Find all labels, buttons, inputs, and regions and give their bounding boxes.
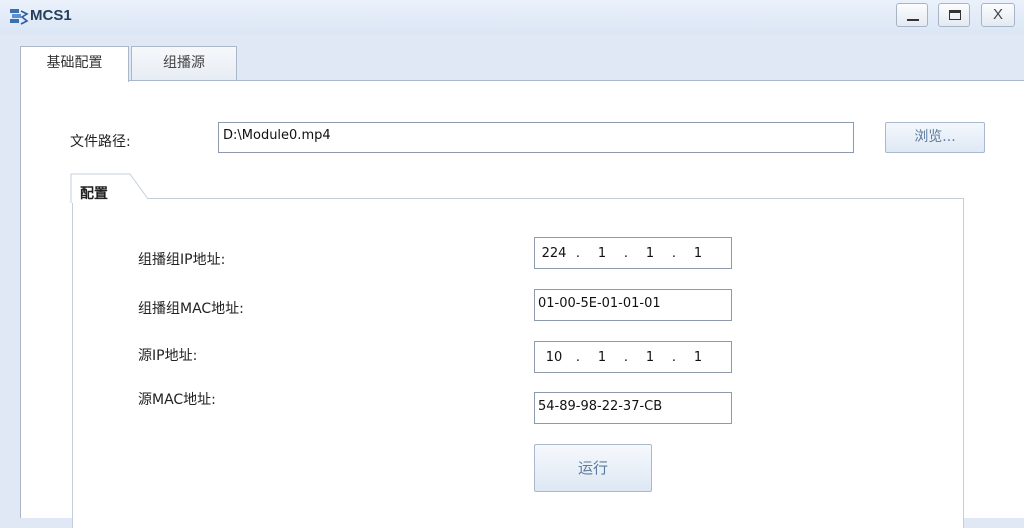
group-mac-label: 组播组MAC地址: — [138, 301, 244, 317]
tab-multicast-source[interactable]: 组播源 — [131, 46, 237, 81]
group-mac-input[interactable]: 01-00-5E-01-01-01 — [534, 289, 732, 321]
group-ip-label: 组播组IP地址: — [138, 252, 226, 268]
window-title: MCS1 — [30, 7, 72, 24]
source-ip-input[interactable]: 10. 1. 1. 1 — [534, 341, 732, 373]
ip-octet: 1 — [645, 349, 655, 365]
ip-dot: . — [623, 349, 629, 365]
group-ip-input[interactable]: 224. 1. 1. 1 — [534, 237, 732, 269]
ip-octet: 1 — [645, 245, 655, 261]
minimize-icon — [907, 19, 919, 21]
title-bar: MCS1 X — [0, 0, 1024, 34]
ip-octet: 1 — [693, 245, 703, 261]
source-mac-label: 源MAC地址: — [138, 392, 216, 408]
file-path-label: 文件路径: — [70, 134, 131, 150]
minimize-button[interactable] — [896, 3, 928, 27]
run-button[interactable]: 运行 — [534, 444, 652, 492]
ip-dot: . — [575, 245, 581, 261]
ip-dot: . — [671, 349, 677, 365]
config-group — [72, 198, 964, 528]
ip-octet: 224 — [541, 245, 567, 261]
maximize-button[interactable] — [938, 3, 970, 27]
maximize-icon — [949, 10, 961, 20]
ip-dot: . — [575, 349, 581, 365]
ip-dot: . — [671, 245, 677, 261]
tab-basic-config[interactable]: 基础配置 — [20, 46, 129, 82]
file-path-input[interactable]: D:\Module0.mp4 — [218, 122, 854, 153]
ip-octet: 10 — [545, 349, 563, 365]
ip-octet: 1 — [693, 349, 703, 365]
close-button[interactable]: X — [981, 3, 1015, 27]
config-group-title: 配置 — [80, 186, 108, 202]
app-icon — [10, 9, 29, 25]
ip-octet: 1 — [597, 245, 607, 261]
source-ip-label: 源IP地址: — [138, 348, 198, 364]
ip-octet: 1 — [597, 349, 607, 365]
source-mac-input[interactable]: 54-89-98-22-37-CB — [534, 392, 732, 424]
ip-dot: . — [623, 245, 629, 261]
browse-button[interactable]: 浏览... — [885, 122, 985, 153]
